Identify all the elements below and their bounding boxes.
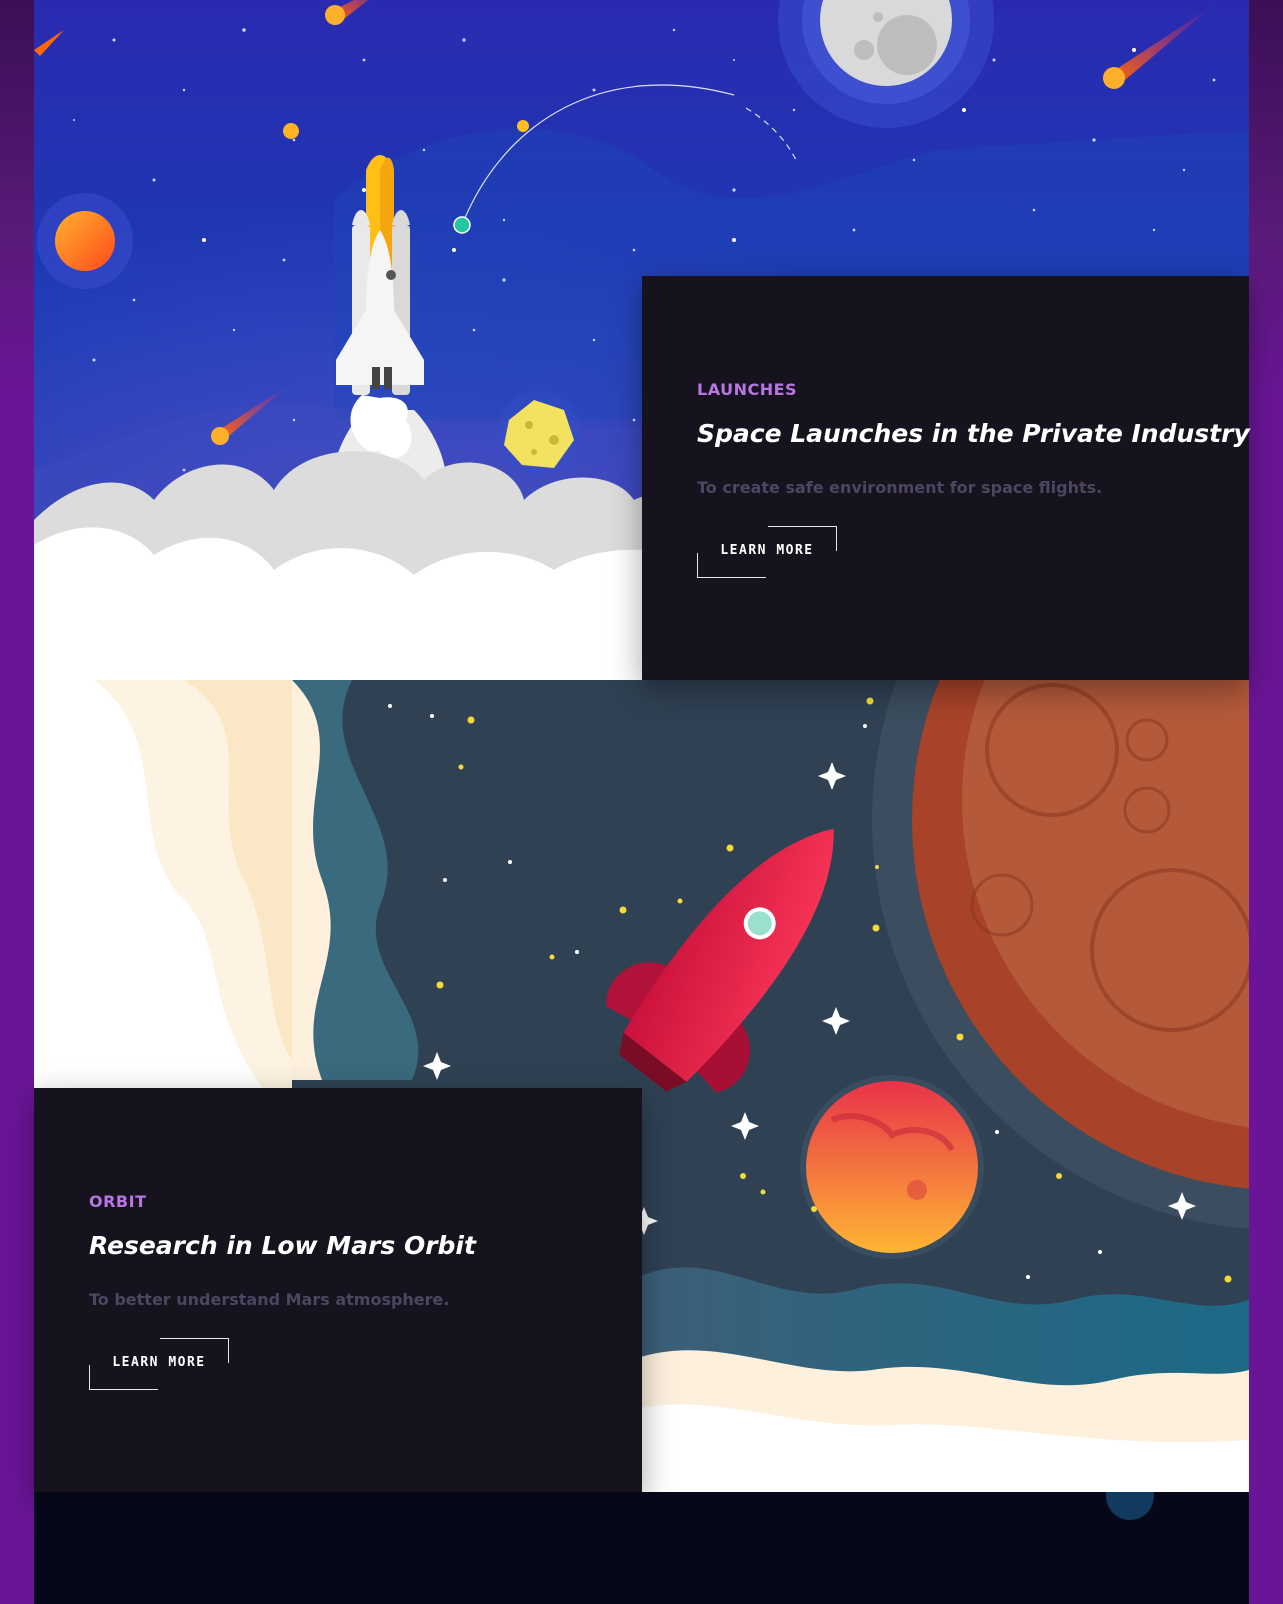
card-description: To create safe environment for space fli… [697,478,1103,497]
card-description: To better understand Mars atmosphere. [89,1290,450,1309]
card-title: Space Launches in the Private Industry [697,419,1250,448]
button-label: LEARN MORE [720,543,814,558]
asteroid-icon [497,391,581,475]
orange-planet-icon [37,193,133,289]
footer-decorative-dot [1106,1492,1154,1520]
learn-more-button[interactable]: LEARN MORE [697,526,837,578]
orbit-card: ORBIT Research in Low Mars Orbit To bett… [34,1088,642,1492]
small-red-planet-icon [800,1075,984,1259]
learn-more-button[interactable]: LEARN MORE [89,1338,229,1390]
cream-cloud [34,680,292,1090]
button-label: LEARN MORE [112,1355,206,1370]
launches-card: LAUNCHES Space Launches in the Private I… [642,276,1250,680]
card-eyebrow: ORBIT [89,1192,147,1211]
footer-section [34,1492,1249,1604]
card-eyebrow: LAUNCHES [697,380,798,399]
card-title: Research in Low Mars Orbit [89,1231,476,1260]
